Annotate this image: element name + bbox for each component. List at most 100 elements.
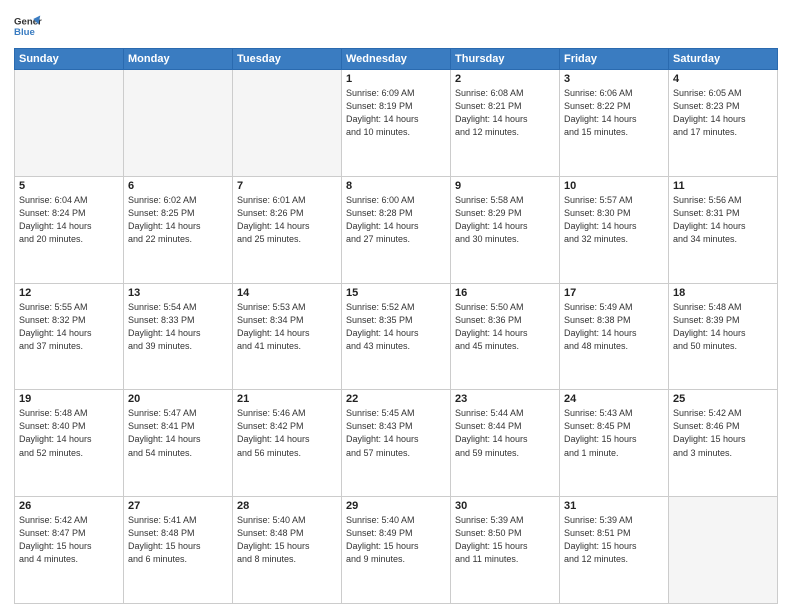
day-number: 8 <box>346 180 446 192</box>
day-info: Sunrise: 6:00 AM Sunset: 8:28 PM Dayligh… <box>346 194 446 246</box>
day-number: 13 <box>128 287 228 299</box>
day-number: 12 <box>19 287 119 299</box>
calendar-week-row: 19 Sunrise: 5:48 AM Sunset: 8:40 PM Dayli… <box>15 390 778 497</box>
day-info: Sunrise: 5:40 AM Sunset: 8:48 PM Dayligh… <box>237 514 337 566</box>
day-number: 22 <box>346 393 446 405</box>
calendar-cell: 20 Sunrise: 5:47 AM Sunset: 8:41 PM Dayli… <box>124 390 233 497</box>
day-number: 26 <box>19 500 119 512</box>
day-info: Sunrise: 5:55 AM Sunset: 8:32 PM Dayligh… <box>19 301 119 353</box>
day-number: 2 <box>455 73 555 85</box>
day-info: Sunrise: 5:44 AM Sunset: 8:44 PM Dayligh… <box>455 407 555 459</box>
day-number: 9 <box>455 180 555 192</box>
day-info: Sunrise: 5:48 AM Sunset: 8:40 PM Dayligh… <box>19 407 119 459</box>
calendar-cell: 3 Sunrise: 6:06 AM Sunset: 8:22 PM Daylig… <box>560 70 669 177</box>
day-info: Sunrise: 5:41 AM Sunset: 8:48 PM Dayligh… <box>128 514 228 566</box>
day-number: 7 <box>237 180 337 192</box>
day-number: 25 <box>673 393 773 405</box>
day-info: Sunrise: 6:05 AM Sunset: 8:23 PM Dayligh… <box>673 87 773 139</box>
calendar-cell: 22 Sunrise: 5:45 AM Sunset: 8:43 PM Dayli… <box>342 390 451 497</box>
calendar-cell: 10 Sunrise: 5:57 AM Sunset: 8:30 PM Dayli… <box>560 176 669 283</box>
weekday-header-friday: Friday <box>560 49 669 70</box>
calendar-cell: 1 Sunrise: 6:09 AM Sunset: 8:19 PM Daylig… <box>342 70 451 177</box>
day-info: Sunrise: 5:54 AM Sunset: 8:33 PM Dayligh… <box>128 301 228 353</box>
day-number: 18 <box>673 287 773 299</box>
day-number: 24 <box>564 393 664 405</box>
weekday-header-monday: Monday <box>124 49 233 70</box>
page: General Blue SundayMondayTuesdayWednesda… <box>0 0 792 612</box>
day-info: Sunrise: 5:39 AM Sunset: 8:50 PM Dayligh… <box>455 514 555 566</box>
day-number: 29 <box>346 500 446 512</box>
logo: General Blue <box>14 12 42 40</box>
day-info: Sunrise: 6:08 AM Sunset: 8:21 PM Dayligh… <box>455 87 555 139</box>
day-info: Sunrise: 5:47 AM Sunset: 8:41 PM Dayligh… <box>128 407 228 459</box>
day-number: 1 <box>346 73 446 85</box>
day-info: Sunrise: 5:56 AM Sunset: 8:31 PM Dayligh… <box>673 194 773 246</box>
calendar-cell: 9 Sunrise: 5:58 AM Sunset: 8:29 PM Daylig… <box>451 176 560 283</box>
day-number: 5 <box>19 180 119 192</box>
day-number: 23 <box>455 393 555 405</box>
weekday-header-tuesday: Tuesday <box>233 49 342 70</box>
day-info: Sunrise: 5:40 AM Sunset: 8:49 PM Dayligh… <box>346 514 446 566</box>
calendar-cell <box>124 70 233 177</box>
day-number: 21 <box>237 393 337 405</box>
day-number: 17 <box>564 287 664 299</box>
day-number: 19 <box>19 393 119 405</box>
calendar-cell: 24 Sunrise: 5:43 AM Sunset: 8:45 PM Dayli… <box>560 390 669 497</box>
calendar-cell: 28 Sunrise: 5:40 AM Sunset: 8:48 PM Dayli… <box>233 497 342 604</box>
day-info: Sunrise: 5:57 AM Sunset: 8:30 PM Dayligh… <box>564 194 664 246</box>
day-number: 28 <box>237 500 337 512</box>
day-number: 10 <box>564 180 664 192</box>
calendar-cell: 17Sunrise: 5:49 AM Sunset: 8:38 PM Dayli… <box>560 283 669 390</box>
weekday-header-saturday: Saturday <box>669 49 778 70</box>
svg-text:Blue: Blue <box>14 27 35 38</box>
header: General Blue <box>14 12 778 40</box>
day-info: Sunrise: 5:46 AM Sunset: 8:42 PM Dayligh… <box>237 407 337 459</box>
day-info: Sunrise: 6:09 AM Sunset: 8:19 PM Dayligh… <box>346 87 446 139</box>
day-number: 20 <box>128 393 228 405</box>
calendar-cell: 31Sunrise: 5:39 AM Sunset: 8:51 PM Dayli… <box>560 497 669 604</box>
day-number: 6 <box>128 180 228 192</box>
calendar-cell: 21 Sunrise: 5:46 AM Sunset: 8:42 PM Dayli… <box>233 390 342 497</box>
day-info: Sunrise: 6:06 AM Sunset: 8:22 PM Dayligh… <box>564 87 664 139</box>
day-number: 4 <box>673 73 773 85</box>
weekday-header-sunday: Sunday <box>15 49 124 70</box>
day-number: 15 <box>346 287 446 299</box>
calendar-week-row: 1 Sunrise: 6:09 AM Sunset: 8:19 PM Daylig… <box>15 70 778 177</box>
calendar-cell: 6 Sunrise: 6:02 AM Sunset: 8:25 PM Daylig… <box>124 176 233 283</box>
calendar-cell: 8 Sunrise: 6:00 AM Sunset: 8:28 PM Daylig… <box>342 176 451 283</box>
calendar-cell: 15Sunrise: 5:52 AM Sunset: 8:35 PM Dayli… <box>342 283 451 390</box>
calendar-cell: 23 Sunrise: 5:44 AM Sunset: 8:44 PM Dayli… <box>451 390 560 497</box>
day-info: Sunrise: 6:01 AM Sunset: 8:26 PM Dayligh… <box>237 194 337 246</box>
calendar-week-row: 12 Sunrise: 5:55 AM Sunset: 8:32 PM Dayli… <box>15 283 778 390</box>
calendar-cell: 18 Sunrise: 5:48 AM Sunset: 8:39 PM Dayli… <box>669 283 778 390</box>
day-number: 3 <box>564 73 664 85</box>
day-info: Sunrise: 5:48 AM Sunset: 8:39 PM Dayligh… <box>673 301 773 353</box>
calendar-cell <box>233 70 342 177</box>
day-info: Sunrise: 5:58 AM Sunset: 8:29 PM Dayligh… <box>455 194 555 246</box>
calendar-cell: 30 Sunrise: 5:39 AM Sunset: 8:50 PM Dayli… <box>451 497 560 604</box>
calendar-cell: 4 Sunrise: 6:05 AM Sunset: 8:23 PM Daylig… <box>669 70 778 177</box>
calendar-cell: 13 Sunrise: 5:54 AM Sunset: 8:33 PM Dayli… <box>124 283 233 390</box>
day-number: 14 <box>237 287 337 299</box>
day-info: Sunrise: 5:43 AM Sunset: 8:45 PM Dayligh… <box>564 407 664 459</box>
calendar-cell <box>669 497 778 604</box>
weekday-header-row: SundayMondayTuesdayWednesdayThursdayFrid… <box>15 49 778 70</box>
calendar-week-row: 26Sunrise: 5:42 AM Sunset: 8:47 PM Dayli… <box>15 497 778 604</box>
day-info: Sunrise: 5:50 AM Sunset: 8:36 PM Dayligh… <box>455 301 555 353</box>
calendar-cell: 26Sunrise: 5:42 AM Sunset: 8:47 PM Dayli… <box>15 497 124 604</box>
calendar-cell: 25 Sunrise: 5:42 AM Sunset: 8:46 PM Dayli… <box>669 390 778 497</box>
day-info: Sunrise: 5:42 AM Sunset: 8:46 PM Dayligh… <box>673 407 773 459</box>
weekday-header-wednesday: Wednesday <box>342 49 451 70</box>
day-number: 30 <box>455 500 555 512</box>
day-info: Sunrise: 5:39 AM Sunset: 8:51 PM Dayligh… <box>564 514 664 566</box>
calendar-cell: 11 Sunrise: 5:56 AM Sunset: 8:31 PM Dayli… <box>669 176 778 283</box>
calendar-cell: 29 Sunrise: 5:40 AM Sunset: 8:49 PM Dayli… <box>342 497 451 604</box>
calendar-week-row: 5Sunrise: 6:04 AM Sunset: 8:24 PM Daylig… <box>15 176 778 283</box>
day-info: Sunrise: 5:45 AM Sunset: 8:43 PM Dayligh… <box>346 407 446 459</box>
calendar-cell: 5Sunrise: 6:04 AM Sunset: 8:24 PM Daylig… <box>15 176 124 283</box>
day-number: 11 <box>673 180 773 192</box>
calendar-cell: 27Sunrise: 5:41 AM Sunset: 8:48 PM Dayli… <box>124 497 233 604</box>
day-info: Sunrise: 6:02 AM Sunset: 8:25 PM Dayligh… <box>128 194 228 246</box>
weekday-header-thursday: Thursday <box>451 49 560 70</box>
logo-icon: General Blue <box>14 12 42 40</box>
